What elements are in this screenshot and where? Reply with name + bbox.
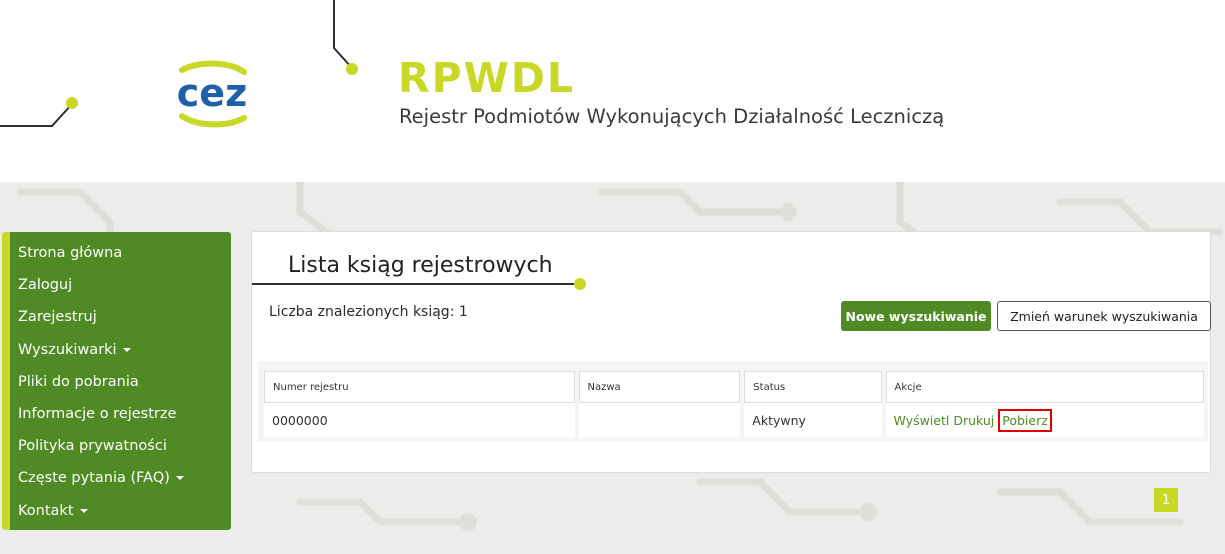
results-panel: Lista ksiąg rejestrowych Liczba znalezio… (251, 231, 1211, 473)
sidebar-item-label: Zarejestruj (18, 309, 97, 326)
caret-down-icon (175, 476, 184, 481)
results-count: Liczba znalezionych ksiąg: 1 (269, 304, 468, 320)
sidebar-item-label: Strona główna (18, 245, 123, 262)
title-underline-decoration (252, 278, 586, 290)
column-header-name[interactable]: Nazwa (578, 371, 741, 403)
sidebar-item-privacy-policy[interactable]: Polityka prywatności (10, 430, 231, 462)
sidebar-item-label: Informacje o rejestrze (18, 406, 177, 423)
app-title: RPWDL (398, 54, 576, 102)
page-header: cez RPWDL Rejestr Podmiotów Wykonujących… (0, 0, 1225, 182)
sidebar-nav: Strona główna Zaloguj Zarejestruj Wyszuk… (2, 232, 231, 530)
svg-text:cez: cez (177, 71, 247, 115)
page-title: Lista ksiąg rejestrowych (288, 253, 553, 278)
sidebar-item-downloads[interactable]: Pliki do pobrania (10, 366, 231, 398)
sidebar-item-registry-info[interactable]: Informacje o rejestrze (10, 398, 231, 430)
caret-down-icon (122, 347, 131, 352)
cez-logo: cez (177, 60, 247, 128)
cell-register-number: 0000000 (264, 403, 575, 437)
cell-status: Aktywny (744, 403, 882, 437)
sidebar-item-label: Kontakt (18, 502, 74, 519)
sidebar-item-label: Wyszukiwarki (18, 341, 117, 358)
table-row: 0000000 Aktywny Wyświetl Drukuj Pobierz (264, 403, 1204, 437)
table-header-row: Numer rejestru Nazwa Status Akcje (264, 371, 1204, 403)
caret-down-icon (79, 508, 88, 513)
view-link[interactable]: Wyświetl (894, 413, 950, 428)
column-header-status[interactable]: Status (744, 371, 882, 403)
change-search-condition-button[interactable]: Zmień warunek wyszukiwania (997, 301, 1211, 331)
sidebar-item-home[interactable]: Strona główna (10, 237, 231, 269)
pagination-page-current[interactable]: 1 (1154, 488, 1178, 512)
sidebar-item-login[interactable]: Zaloguj (10, 269, 231, 301)
column-header-actions: Akcje (885, 371, 1204, 403)
column-header-register-number[interactable]: Numer rejestru (264, 371, 575, 403)
app-subtitle: Rejestr Podmiotów Wykonujących Działalno… (399, 105, 945, 128)
results-table-area: Numer rejestru Nazwa Status Akcje 000000… (258, 361, 1208, 441)
results-table: Numer rejestru Nazwa Status Akcje 000000… (260, 371, 1208, 437)
sidebar-item-faq[interactable]: Częste pytania (FAQ) (10, 462, 231, 494)
sidebar-item-contact[interactable]: Kontakt (10, 495, 231, 527)
sidebar-item-label: Pliki do pobrania (18, 373, 139, 390)
cell-actions: Wyświetl Drukuj Pobierz (885, 403, 1204, 437)
sidebar-item-label: Zaloguj (18, 277, 73, 294)
download-link[interactable]: Pobierz (998, 408, 1052, 432)
cell-name (578, 403, 741, 437)
sidebar-item-label: Częste pytania (FAQ) (18, 470, 170, 487)
sidebar-item-label: Polityka prywatności (18, 438, 167, 455)
new-search-button[interactable]: Nowe wyszukiwanie (841, 301, 991, 331)
sidebar-item-search-engines[interactable]: Wyszukiwarki (10, 334, 231, 366)
print-link[interactable]: Drukuj (953, 413, 994, 428)
sidebar-item-register[interactable]: Zarejestruj (10, 301, 231, 333)
